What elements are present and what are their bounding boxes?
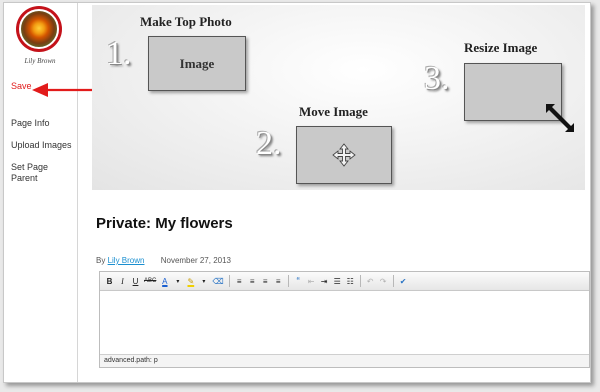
spellcheck-button[interactable]: ✔ (398, 274, 409, 288)
align-right-button[interactable]: ≡ (260, 274, 271, 288)
redo-button[interactable]: ↷ (378, 274, 389, 288)
avatar[interactable] (16, 6, 62, 52)
page-title: Private: My flowers (96, 215, 233, 232)
editor-content-area[interactable] (100, 291, 589, 354)
image-box-1: Image (148, 36, 246, 91)
clear-format-button[interactable]: ⌫ (211, 274, 224, 288)
strikethrough-button[interactable]: ABC (143, 274, 157, 288)
numbered-list-button[interactable]: ☷ (345, 274, 356, 288)
toolbar-separator (228, 275, 230, 287)
step-title-1: Make Top Photo (140, 14, 232, 29)
editor-toolbar: B I U ABC A ▾ ✎ ▾ ⌫ ≡ ≡ ≡ ≡ “ ⇤ ⇥ ☰ ☷ ↶ … (100, 272, 589, 291)
step-number-3: 3. (424, 60, 450, 97)
app-frame: Lily Brown Save Page Info Upload Images … (3, 2, 591, 383)
rich-text-editor: B I U ABC A ▾ ✎ ▾ ⌫ ≡ ≡ ≡ ≡ “ ⇤ ⇥ ☰ ☷ ↶ … (99, 271, 590, 368)
move-arrows-icon (332, 143, 356, 167)
bold-button[interactable]: B (104, 274, 115, 288)
step-title-3: Resize Image (464, 40, 538, 55)
dropdown-chevron-icon[interactable]: ▾ (172, 274, 183, 288)
byline: By Lily Brown November 27, 2013 (96, 256, 231, 265)
sidebar-item-upload-images[interactable]: Upload Images (11, 140, 75, 151)
post-date: November 27, 2013 (160, 256, 231, 265)
username: Lily Brown (24, 57, 56, 65)
undo-button[interactable]: ↶ (365, 274, 376, 288)
image-box-label: Image (179, 55, 215, 71)
align-left-button[interactable]: ≡ (234, 274, 245, 288)
step-number-1: 1. (106, 35, 132, 72)
toolbar-separator (392, 275, 394, 287)
resize-arrow-icon (546, 104, 574, 132)
sidebar-item-set-page-parent[interactable]: Set Page Parent (11, 162, 75, 184)
editor-status-bar: advanced.path: p (100, 354, 589, 367)
sidebar: Lily Brown Save Page Info Upload Images … (4, 3, 78, 382)
toolbar-separator (359, 275, 361, 287)
bullet-list-button[interactable]: ☰ (332, 274, 343, 288)
dropdown-chevron-icon[interactable]: ▾ (198, 274, 209, 288)
align-center-button[interactable]: ≡ (247, 274, 258, 288)
justify-button[interactable]: ≡ (273, 274, 284, 288)
author-link[interactable]: Lily Brown (108, 256, 145, 265)
save-button[interactable]: Save (11, 81, 32, 91)
step-number-2: 2. (256, 125, 282, 162)
blockquote-button[interactable]: “ (293, 274, 304, 288)
step-title-2: Move Image (299, 104, 368, 119)
sidebar-item-page-info[interactable]: Page Info (11, 118, 75, 129)
avatar-image (19, 9, 59, 49)
top-photo-banner[interactable]: 1. Make Top Photo Image 2. Move Image 3.… (92, 5, 585, 190)
italic-button[interactable]: I (117, 274, 128, 288)
underline-button[interactable]: U (130, 274, 141, 288)
toolbar-separator (287, 275, 289, 287)
highlight-button[interactable]: ✎ (185, 274, 196, 288)
sidebar-nav: Page Info Upload Images Set Page Parent (11, 118, 75, 195)
byline-prefix: By (96, 256, 106, 265)
font-color-button[interactable]: A (159, 274, 170, 288)
outdent-button[interactable]: ⇤ (306, 274, 317, 288)
indent-button[interactable]: ⇥ (319, 274, 330, 288)
image-box-2 (296, 126, 392, 184)
